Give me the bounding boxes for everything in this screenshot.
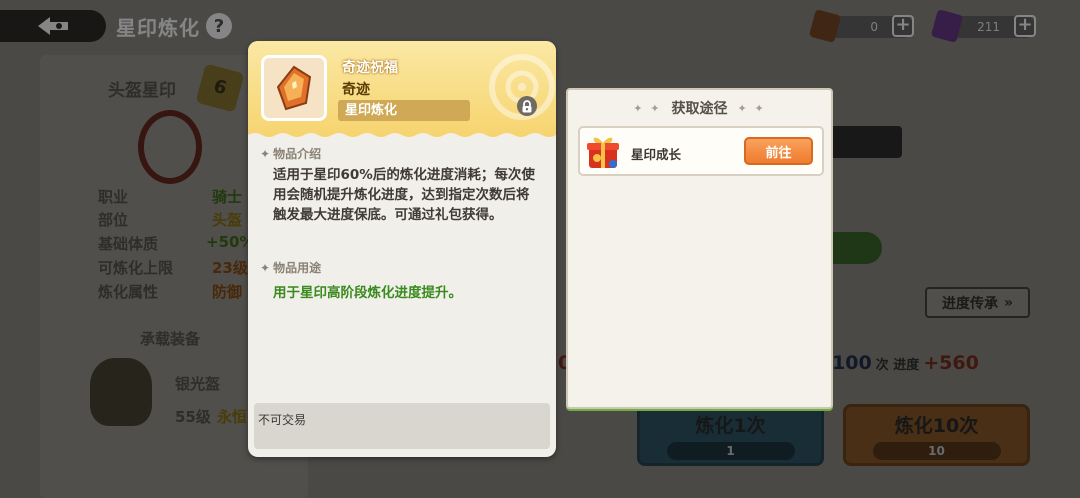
source-dialog: ✦ ✦ 获取途径 ✦ ✦ 星印成长 前往 [566, 88, 833, 409]
goto-button[interactable]: 前往 [744, 137, 813, 165]
item-rarity: 奇迹 [342, 82, 370, 98]
lock-icon [517, 96, 537, 116]
item-use-text: 用于星印高阶段炼化进度提升。 [273, 285, 462, 301]
intro-section-title: ✦ 物品介绍 [260, 145, 321, 162]
trade-restriction-box: 不可交易 [254, 403, 550, 449]
sparkle-icon: ✦ [260, 260, 271, 275]
sparkle-icon: ✦ [260, 146, 271, 161]
item-name: 奇迹祝福 [342, 60, 398, 76]
item-category-tag: 星印炼化 [338, 100, 470, 121]
miracle-crystal-icon [276, 65, 312, 111]
item-description: 适用于星印60%后的炼化进度消耗；每次使用会随机提升炼化进度，达到指定次数后将触… [273, 167, 535, 223]
use-section-title: ✦ 物品用途 [260, 259, 321, 276]
sunburst-decoration-icon [489, 54, 555, 120]
gift-box-icon [587, 137, 619, 168]
item-icon-frame [261, 55, 327, 121]
trade-note: 不可交易 [258, 413, 307, 427]
source-label: 星印成长 [631, 147, 682, 162]
use-title-text: 物品用途 [273, 261, 322, 275]
source-title: 获取途径 [671, 101, 728, 117]
source-title-row: ✦ ✦ 获取途径 ✦ ✦ [568, 98, 831, 118]
sparkle-decoration-icon: ✦ ✦ [633, 101, 662, 115]
intro-title-text: 物品介绍 [273, 147, 322, 161]
source-list-item[interactable]: 星印成长 前往 [578, 126, 824, 176]
header-wave-edge [248, 133, 556, 141]
sparkle-decoration-icon: ✦ ✦ [737, 101, 766, 115]
item-detail-dialog: 奇迹祝福 奇迹 星印炼化 ✦ 物品介绍 适用于星印60%后的炼化进度消耗；每次使… [248, 41, 556, 457]
item-header: 奇迹祝福 奇迹 星印炼化 [248, 41, 556, 141]
